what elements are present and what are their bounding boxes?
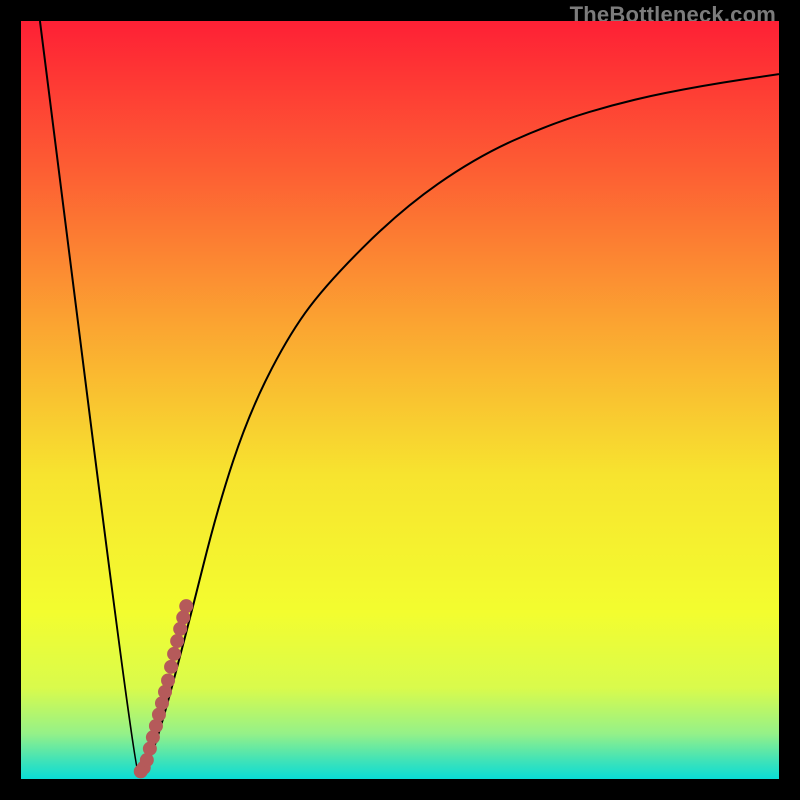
plot-area xyxy=(21,21,779,779)
outer-frame: TheBottleneck.com xyxy=(0,0,800,800)
gradient-background xyxy=(21,21,779,779)
marker-dot xyxy=(164,660,178,674)
marker-dot xyxy=(170,634,184,648)
marker-dot xyxy=(167,647,181,661)
marker-dot xyxy=(179,599,193,613)
chart-svg xyxy=(21,21,779,779)
marker-dot xyxy=(161,673,175,687)
